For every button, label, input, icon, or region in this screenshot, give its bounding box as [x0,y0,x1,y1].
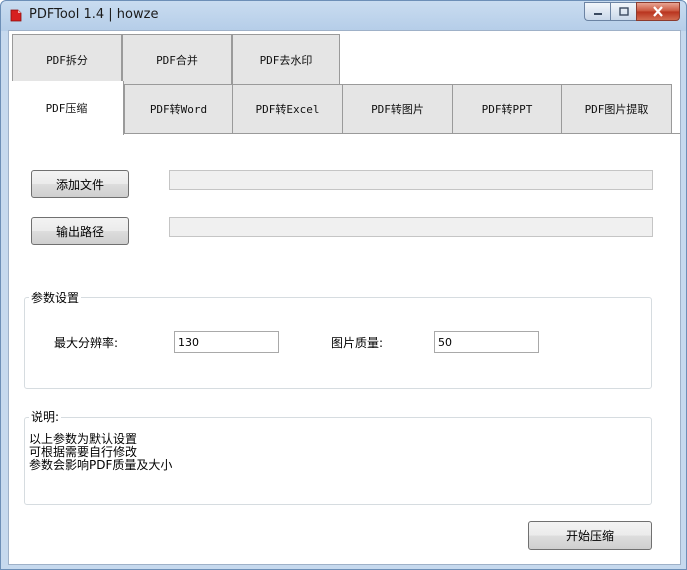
description-group-title: 说明: [29,408,62,425]
minimize-icon [593,12,602,15]
tab-label: PDF合并 [156,53,198,67]
tab-pdf-to-image[interactable]: PDF转图片 [342,84,453,134]
tab-pdf-merge[interactable]: PDF合并 [122,34,232,84]
params-group-title: 参数设置 [29,289,82,306]
image-quality-input[interactable] [434,331,539,353]
image-quality-label: 图片质量: [331,336,384,350]
tab-label: PDF图片提取 [584,103,649,116]
close-icon [653,6,663,17]
tab-label: PDF转PPT [481,103,533,116]
maximize-icon [618,7,629,16]
tab-pdf-split[interactable]: PDF拆分 [12,34,122,84]
max-resolution-label: 最大分辨率: [54,336,119,350]
tab-pdf-to-word[interactable]: PDF转Word [124,84,233,134]
tab-label: PDF去水印 [259,53,313,67]
tab-pdf-remove-watermark[interactable]: PDF去水印 [232,34,340,84]
title-bar[interactable]: PDFTool 1.4 | howze [1,1,686,31]
tab-label: PDF转图片 [371,103,424,116]
add-file-button[interactable]: 添加文件 [31,170,129,198]
output-path-label: 输出路径 [55,224,104,239]
tab-divider [672,133,680,134]
tab-label: PDF拆分 [46,53,88,67]
window-title: PDFTool 1.4 | howze [29,7,159,22]
minimize-button[interactable] [584,2,610,21]
start-compress-button[interactable]: 开始压缩 [528,521,652,550]
tab-pdf-to-excel[interactable]: PDF转Excel [232,84,343,134]
add-file-label: 添加文件 [55,177,104,192]
output-path-field[interactable] [169,217,653,237]
close-button[interactable] [636,2,680,21]
client-area: PDF拆分 PDF合并 PDF去水印 PDF压缩 PDF转Word PDF转Ex… [8,30,681,565]
max-resolution-input[interactable] [174,331,279,353]
tab-pdf-compress[interactable]: PDF压缩 [10,81,124,135]
tab-pdf-image-extract[interactable]: PDF图片提取 [561,84,672,134]
pdf-app-icon [10,9,22,22]
output-path-button[interactable]: 输出路径 [31,217,129,245]
tab-label: PDF转Word [149,103,208,116]
description-line: 参数会影响PDF质量及大小 [29,458,173,472]
maximize-button[interactable] [610,2,636,21]
add-file-path-field[interactable] [169,170,653,190]
tab-label: PDF转Excel [255,103,320,116]
description-text: 以上参数为默认设置 可根据需要自行修改 参数会影响PDF质量及大小 [29,433,172,472]
caption-buttons [584,2,680,22]
start-compress-label: 开始压缩 [565,529,614,543]
tab-label: PDF压缩 [45,102,88,115]
tab-pdf-to-ppt[interactable]: PDF转PPT [452,84,562,134]
app-window: PDFTool 1.4 | howze PDF拆分 PDF合并 PDF去水印 P… [0,0,687,570]
